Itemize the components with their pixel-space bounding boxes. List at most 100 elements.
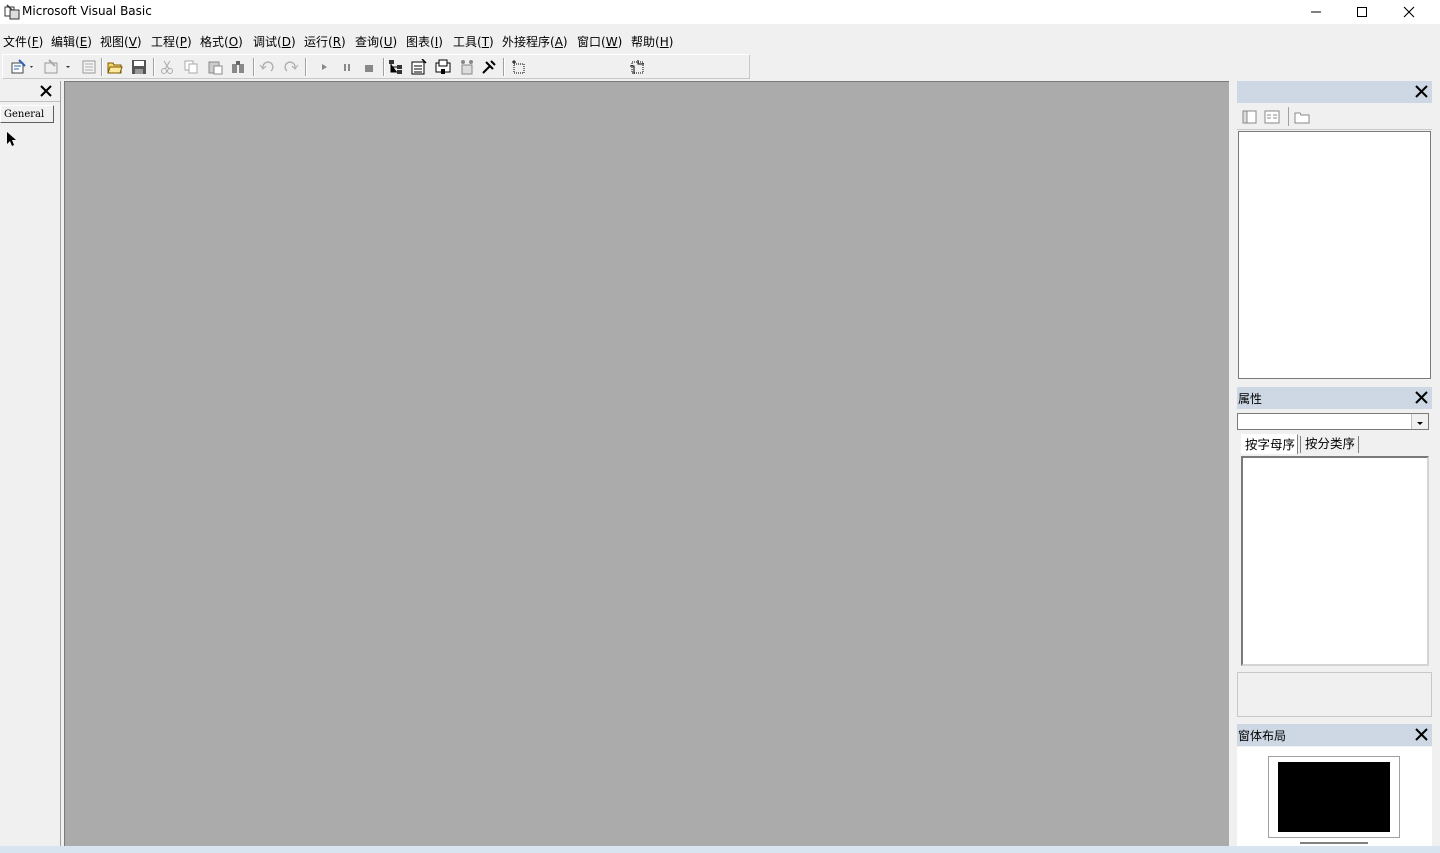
menu-item-accesskey: D [281, 35, 291, 49]
menu-item-accesskey: W [605, 35, 618, 49]
menu-item-label: 窗口 [577, 35, 602, 49]
menu-item-accesskey: R [332, 35, 342, 49]
menu-item-accesskey: O [228, 35, 239, 49]
project-pane-toolbar [1237, 103, 1432, 130]
size-icon[interactable] [629, 59, 645, 75]
minimize-icon [1311, 11, 1321, 13]
menu-item-e[interactable]: 编辑(E) [51, 33, 92, 50]
menu-item-r[interactable]: 运行(R) [304, 33, 346, 50]
menu-item-label: 运行 [304, 35, 329, 49]
window-title: Microsoft Visual Basic [22, 4, 152, 18]
properties-pane-title: 属性 [1238, 392, 1263, 406]
toolbox-panel: General [0, 81, 61, 846]
menu-item-label: 帮助 [631, 35, 656, 49]
cut-icon[interactable] [159, 59, 175, 75]
menu-item-o[interactable]: 格式(O) [200, 33, 243, 50]
title-bar: Microsoft Visual Basic [0, 0, 1440, 24]
tab-categorized[interactable]: 按分类序 [1305, 434, 1360, 454]
toolbox-tab-general[interactable]: General [0, 105, 54, 123]
close-button[interactable] [1386, 0, 1432, 24]
add-form-icon[interactable] [43, 59, 73, 75]
menu-item-i[interactable]: 图表(I) [406, 33, 443, 50]
menu-item-accesskey: U [383, 35, 393, 49]
properties-window-icon[interactable] [411, 59, 427, 75]
menu-item-a[interactable]: 外接程序(A) [502, 33, 568, 50]
end-icon[interactable] [361, 59, 377, 75]
menu-item-p[interactable]: 工程(P) [151, 33, 192, 50]
menu-item-label: 编辑 [51, 35, 76, 49]
menu-item-accesskey: T [481, 35, 490, 49]
form-layout-pane-title: 窗体布局 [1238, 729, 1287, 743]
property-grid[interactable] [1241, 456, 1429, 666]
maximize-button[interactable] [1339, 0, 1385, 24]
save-project-icon[interactable] [131, 59, 147, 75]
open-project-icon[interactable] [107, 59, 123, 75]
redo-icon[interactable] [283, 59, 299, 75]
menu-item-h[interactable]: 帮助(H) [631, 33, 673, 50]
properties-pane-close-icon[interactable] [1413, 389, 1430, 406]
menu-item-d[interactable]: 调试(D) [253, 33, 296, 50]
form-layout-pane-header: 窗体布局 [1237, 724, 1432, 746]
paste-icon[interactable] [207, 59, 223, 75]
mdi-workspace[interactable] [64, 81, 1229, 846]
start-icon[interactable] [317, 59, 333, 75]
menu-item-accesskey: E [79, 35, 88, 49]
toolbox-icon[interactable] [481, 59, 497, 75]
object-selector-combo[interactable] [1237, 413, 1429, 430]
menu-item-f[interactable]: 文件(F) [3, 33, 43, 50]
find-icon[interactable] [230, 59, 246, 75]
menu-item-accesskey: I [434, 35, 439, 49]
vb-app-icon [4, 4, 20, 20]
menu-item-label: 查询 [355, 35, 380, 49]
menu-item-label: 格式 [200, 35, 225, 49]
menu-item-accesskey: F [31, 35, 39, 49]
tab-alphabetic[interactable]: 按字母序 [1241, 434, 1298, 454]
object-selector-dropdown-button[interactable] [1411, 414, 1428, 429]
menu-item-label: 图表 [406, 35, 431, 49]
properties-pane-header: 属性 [1237, 387, 1432, 409]
object-browser-icon[interactable] [459, 59, 475, 75]
menu-item-accesskey: A [554, 35, 563, 49]
undo-icon[interactable] [259, 59, 275, 75]
menu-editor-icon[interactable] [81, 59, 97, 75]
property-description [1237, 672, 1432, 717]
standard-toolbar [2, 54, 750, 79]
menu-item-label: 调试 [253, 35, 278, 49]
add-project-icon[interactable] [11, 59, 35, 75]
toggle-folders-icon[interactable] [1294, 109, 1310, 125]
menu-item-u[interactable]: 查询(U) [355, 33, 397, 50]
menu-item-label: 工程 [151, 35, 176, 49]
view-object-icon[interactable] [1264, 109, 1280, 125]
menu-item-accesskey: H [659, 35, 669, 49]
view-code-icon[interactable] [1242, 109, 1258, 125]
form-layout-icon[interactable] [435, 59, 451, 75]
pointer-icon[interactable] [5, 131, 19, 147]
monitor-screen[interactable] [1278, 762, 1390, 832]
project-tree[interactable] [1238, 131, 1431, 379]
menu-item-accesskey: V [128, 35, 137, 49]
menu-item-w[interactable]: 窗口(W) [577, 33, 622, 50]
chevron-down-icon [1417, 422, 1423, 425]
menu-bar: 文件(F) 编辑(E) 视图(V) 工程(P) 格式(O) 调试(D) 运行(R) 查询(U)… [0, 30, 1440, 50]
minimize-button[interactable] [1293, 0, 1339, 24]
maximize-icon [1357, 7, 1367, 17]
position-icon[interactable] [511, 59, 527, 75]
project-pane-close-icon[interactable] [1413, 83, 1430, 100]
project-explorer-icon[interactable] [388, 59, 404, 75]
menu-item-label: 视图 [100, 35, 125, 49]
menu-item-t[interactable]: 工具(T) [453, 33, 494, 50]
toolbox-header [0, 81, 60, 102]
toolbox-close-icon[interactable] [38, 83, 54, 99]
menu-item-v[interactable]: 视图(V) [100, 33, 142, 50]
menu-item-accesskey: P [179, 35, 187, 49]
monitor-stand [1300, 838, 1368, 844]
menu-item-label: 工具 [453, 35, 478, 49]
form-layout-pane-close-icon[interactable] [1413, 726, 1430, 743]
menu-item-label: 文件 [3, 35, 28, 49]
copy-icon[interactable] [183, 59, 199, 75]
window-bottom-edge [0, 846, 1440, 853]
menu-item-label: 外接程序 [502, 35, 551, 49]
project-pane-header [1237, 81, 1432, 103]
close-icon [1403, 6, 1415, 18]
break-icon[interactable] [339, 59, 355, 75]
